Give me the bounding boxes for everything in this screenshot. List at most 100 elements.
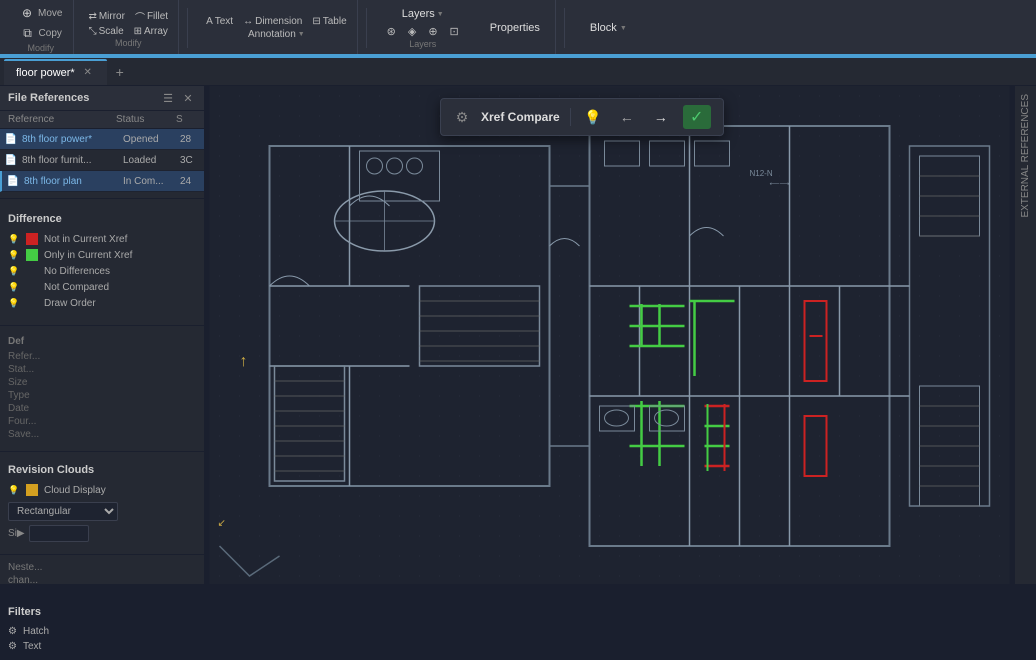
xref-back-button[interactable]: ←	[615, 105, 639, 129]
modify-label: Modify	[27, 43, 54, 53]
filters-title: Filters	[8, 606, 196, 618]
tab-close-button[interactable]: ✕	[81, 66, 95, 80]
floor-plan-svg: N12-N ⟵⟶	[205, 86, 1014, 584]
diff-item-not-in-current: 💡 Not in Current Xref	[8, 231, 196, 247]
diff-item-draw-order: 💡 Draw Order	[8, 295, 196, 311]
panel-divider-3	[0, 451, 204, 452]
fillet-button[interactable]: ⌒ Fillet	[131, 8, 172, 25]
panel-header-icons: ☰ ✕	[160, 90, 196, 106]
nested-row-2: chan...	[0, 574, 204, 587]
copy-icon: ⧉	[20, 25, 36, 41]
xref-bulb-icon: 💡	[584, 109, 601, 126]
details-row-stat: Stat...	[8, 363, 196, 376]
nested-row-1: Neste...	[0, 561, 204, 574]
def-label: Def	[8, 336, 196, 347]
layers-section-label: Layers	[409, 39, 436, 49]
diff-bulb-icon-5: 💡	[8, 297, 20, 309]
layers-arrow-icon: ▼	[437, 11, 444, 18]
xref-back-icon: ←	[620, 109, 634, 125]
difference-title: Difference	[8, 213, 196, 225]
file-list-item[interactable]: 📄 8th floor power* Opened 28	[0, 129, 204, 150]
details-row-type: Type	[8, 389, 196, 402]
diff-item-no-diff: 💡 No Differences	[8, 263, 196, 279]
file-icon-3: 📄	[6, 174, 20, 188]
tab-add-button[interactable]: +	[109, 61, 131, 83]
modify-section-label: Modify	[115, 38, 142, 48]
external-references-label[interactable]: EXTERNAL REFERENCES	[1020, 86, 1031, 226]
toolbar-group-move: ⊕ Move ⧉ Copy Modify	[8, 0, 74, 56]
file-list-item[interactable]: 📄 8th floor furnit... Loaded 3C	[0, 150, 204, 171]
revision-dropdown-row: Rectangular	[8, 502, 196, 521]
diff-bulb-icon-3: 💡	[8, 265, 20, 277]
layers-icon-2[interactable]: ◈	[404, 24, 420, 39]
size-input[interactable]	[29, 525, 89, 542]
panel-divider-2	[0, 325, 204, 326]
annotation-dropdown-arrow: ▼	[298, 31, 305, 38]
layers-dropdown-button[interactable]: Layers ▼	[398, 7, 448, 21]
diff-bulb-icon-4: 💡	[8, 281, 20, 293]
annotation-dropdown[interactable]: Annotation ▼	[244, 28, 309, 41]
toolbar-group-block: Block ▼	[573, 0, 644, 56]
panel-list-icon[interactable]: ☰	[160, 90, 176, 106]
dimension-icon: ↔	[243, 16, 253, 27]
xref-bulb-button[interactable]: 💡	[581, 105, 605, 129]
xref-compare-toolbar: ⚙ Xref Compare 💡 ← → ✓	[440, 98, 724, 136]
panel-divider-5	[0, 593, 204, 594]
scale-button[interactable]: ⤡ Scale	[85, 25, 128, 38]
panel-divider-4	[0, 554, 204, 555]
move-button[interactable]: ⊕ Move	[14, 3, 67, 23]
details-row-refer: Refer...	[8, 350, 196, 363]
revision-clouds-title: Revision Clouds	[8, 464, 196, 476]
floor-plan-area[interactable]: N12-N ⟵⟶	[205, 86, 1014, 584]
layers-icon-4[interactable]: ⊡	[446, 24, 463, 39]
details-row-four: Four...	[8, 415, 196, 428]
panel-close-icon[interactable]: ✕	[180, 90, 196, 106]
layers-icon-1[interactable]: ⊛	[383, 24, 400, 39]
layers-icon-3[interactable]: ⊕	[424, 24, 441, 39]
xref-confirm-icon: ✓	[690, 107, 703, 127]
difference-panel: Difference 💡 Not in Current Xref 💡 Only …	[0, 205, 204, 319]
diff-color-red	[26, 233, 38, 245]
text-button[interactable]: A Text	[202, 15, 237, 28]
mirror-icon: ⇄	[88, 11, 96, 22]
details-row-date: Date	[8, 402, 196, 415]
diff-color-green	[26, 249, 38, 261]
toolbar-group-properties: Properties	[475, 0, 556, 56]
panel-header: File References ☰ ✕	[0, 86, 204, 111]
cloud-bulb-icon: 💡	[8, 484, 20, 496]
panel-title: File References	[8, 92, 89, 104]
xref-toolbar-title: Xref Compare	[481, 110, 560, 124]
filter-text-icon: ⚙	[8, 641, 17, 652]
xref-forward-icon: →	[654, 109, 668, 125]
file-list-header: Reference Status S	[0, 111, 204, 129]
file-list-item-selected[interactable]: 📄 8th floor plan In Com... 24	[0, 171, 204, 192]
array-icon: ⊞	[134, 26, 142, 37]
xref-confirm-button[interactable]: ✓	[683, 105, 711, 129]
file-icon-1: 📄	[4, 132, 18, 146]
panel-divider-1	[0, 198, 204, 199]
xref-forward-button[interactable]: →	[649, 105, 673, 129]
mirror-button[interactable]: ⇄ Mirror	[84, 10, 129, 23]
filter-hatch[interactable]: ⚙ Hatch	[8, 624, 196, 639]
filters-section: Filters ⚙ Hatch ⚙ Text	[0, 600, 204, 660]
svg-text:N12-N: N12-N	[750, 169, 773, 178]
filter-text[interactable]: ⚙ Text	[8, 639, 196, 654]
revision-shape-select[interactable]: Rectangular	[8, 502, 118, 521]
copy-button[interactable]: ⧉ Copy	[15, 23, 67, 43]
array-button[interactable]: ⊞ Array	[130, 25, 172, 38]
file-icon-2: 📄	[4, 153, 18, 167]
text-icon: A	[206, 16, 213, 27]
diff-bulb-icon-1: 💡	[8, 233, 20, 245]
block-button[interactable]: Block ▼	[585, 20, 632, 36]
tab-floor-power[interactable]: floor power* ✕	[4, 59, 107, 85]
xref-settings-icon[interactable]: ⚙	[453, 108, 471, 126]
dimension-button[interactable]: ↔ Dimension	[239, 15, 306, 28]
table-button[interactable]: ⊟ Table	[308, 15, 350, 28]
tab-bar: floor power* ✕ +	[0, 58, 1036, 86]
cloud-color-box	[26, 484, 38, 496]
details-row-save: Save...	[8, 428, 196, 441]
svg-text:⟵⟶: ⟵⟶	[770, 181, 790, 188]
properties-button[interactable]: Properties	[485, 20, 545, 36]
toolbar-divider-1	[187, 8, 188, 48]
filter-hatch-icon: ⚙	[8, 626, 17, 637]
